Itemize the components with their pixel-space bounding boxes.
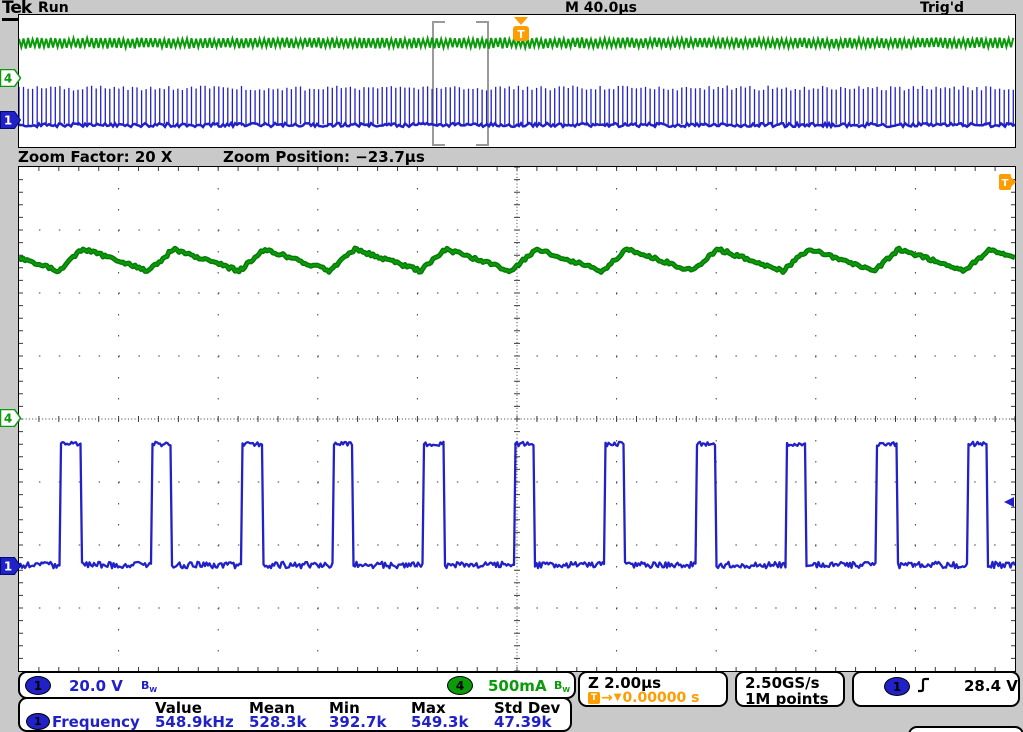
ch1-pulses-overview <box>19 86 1013 127</box>
trigger-t-icon: T <box>588 692 600 704</box>
oscilloscope-screen: Tek Run M 40.0μs Trig'd T 4 1 Zoom Facto… <box>0 0 1023 732</box>
meas-max: 549.3k <box>411 715 468 730</box>
zoom-position-label: Zoom Position: −23.7μs <box>223 150 425 165</box>
svg-text:4: 4 <box>4 72 12 86</box>
meas-value: 548.9kHz <box>155 715 234 730</box>
acquisition-status: Run <box>38 1 69 15</box>
ch4-bandwidth-limit-icon: BW <box>554 680 570 694</box>
delay-marker-icon: ▼ <box>614 693 622 703</box>
rising-edge-icon <box>916 677 932 693</box>
meas-name: Frequency <box>52 715 140 730</box>
trigger-settings-box[interactable]: 1 28.4 V <box>852 671 1020 707</box>
zoom-timebase-box[interactable]: Z 2.00μs T→▼0.00000 s <box>578 671 728 707</box>
ch4-badge[interactable]: 4 <box>447 676 473 695</box>
trigger-status: Trig'd <box>920 1 964 15</box>
trigger-source-badge[interactable]: 1 <box>884 677 910 696</box>
main-timebase-readout: M 40.0μs <box>565 1 637 15</box>
zoom-factor-label: Zoom Factor: 20 X <box>18 150 172 165</box>
ch1-badge[interactable]: 1 <box>25 676 51 695</box>
bw-w: W <box>562 686 570 694</box>
ch4-marker-zoom[interactable]: 4 <box>0 409 21 427</box>
meas-source-badge: 1 <box>26 713 50 730</box>
meas-mean: 528.3k <box>249 715 306 730</box>
trigger-time-flag[interactable]: T <box>999 174 1016 190</box>
delay-value: 0.00000 s <box>622 691 699 705</box>
partial-menu-box[interactable] <box>908 726 1023 732</box>
ch4-marker-overview[interactable]: 4 <box>0 69 21 87</box>
ch1-marker-zoom[interactable]: 1 <box>0 557 21 575</box>
record-length: 1M points <box>745 692 829 707</box>
measurement-box[interactable]: Value Mean Min Max Std Dev 1 Frequency 5… <box>18 697 572 732</box>
svg-text:1: 1 <box>4 114 12 128</box>
acquisition-info-box[interactable]: 2.50GS/s 1M points <box>735 671 845 707</box>
ch1-bandwidth-limit-icon: BW <box>141 680 157 694</box>
ch1-marker-overview[interactable]: 1 <box>0 111 21 129</box>
svg-text:T: T <box>1002 178 1009 189</box>
zoom-waveform-window: T <box>18 166 1016 672</box>
zoom-waveform-plot <box>19 167 1015 671</box>
ch1-scale: 20.0 V <box>69 679 123 694</box>
overview-window: T <box>18 14 1016 148</box>
svg-text:T: T <box>517 28 525 41</box>
meas-min: 392.7k <box>329 715 386 730</box>
trigger-level-readout: 28.4 V <box>964 679 1018 694</box>
svg-text:4: 4 <box>4 412 12 426</box>
delay-arrow-icon: → <box>601 691 613 705</box>
svg-text:1: 1 <box>4 560 12 574</box>
bw-w: W <box>149 686 157 694</box>
ch4-scale: 500mA <box>488 679 547 694</box>
sample-rate: 2.50GS/s <box>745 676 820 691</box>
trigger-level-arrow[interactable] <box>1003 496 1015 508</box>
trigger-delay-readout: T→▼0.00000 s <box>588 691 699 705</box>
meas-stddev: 47.39k <box>494 715 551 730</box>
channel-scales-box[interactable]: 1 20.0 V BW 4 500mA BW <box>18 671 576 699</box>
ch1-baseline-overview <box>19 123 1015 127</box>
zoom-timebase-readout: Z 2.00μs <box>588 676 661 691</box>
trigger-position-marker[interactable]: T <box>511 17 531 45</box>
